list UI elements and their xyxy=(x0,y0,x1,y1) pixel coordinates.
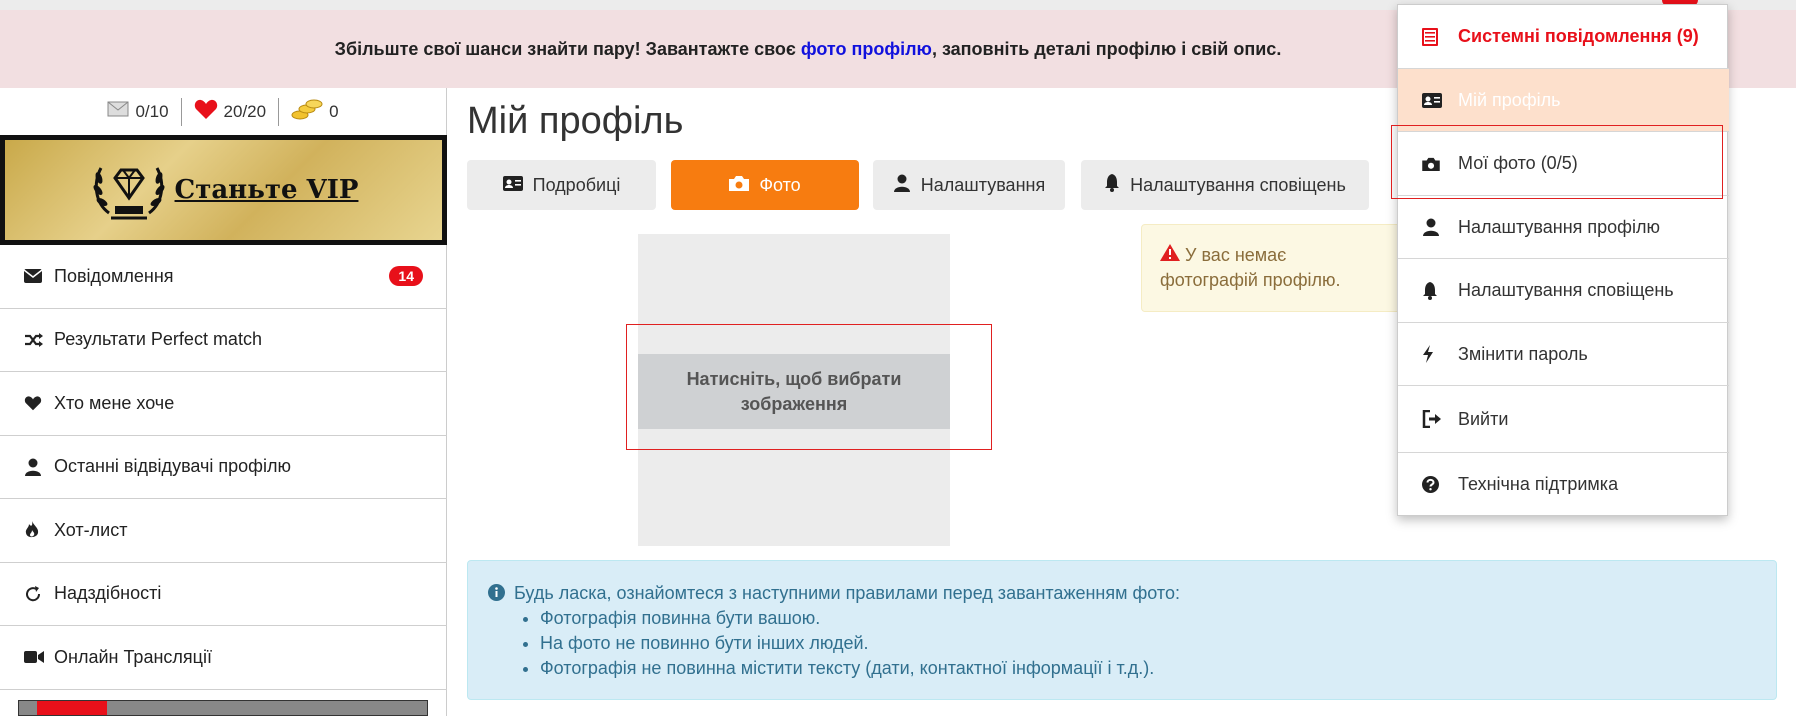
tab-label: Налаштування сповіщень xyxy=(1130,174,1346,195)
dropdown-item-support[interactable]: Технічна підтримка xyxy=(1398,453,1729,516)
messages-badge: 14 xyxy=(389,266,423,287)
highlight-box-my-photos xyxy=(1391,125,1723,199)
banner-text: Збільште свої шанси знайти пару! Заванта… xyxy=(335,39,1462,60)
dropdown-item-label: Мій профіль xyxy=(1458,89,1561,110)
rules-list: Фотографія повинна бути вашою. На фото н… xyxy=(540,606,1756,681)
info-heading: Будь ласка, ознайомтеся з наступними пра… xyxy=(514,583,1180,603)
tab-notification-settings[interactable]: Налаштування сповіщень xyxy=(1081,160,1369,210)
list-icon xyxy=(1422,27,1458,46)
camera-icon xyxy=(729,175,750,196)
question-icon xyxy=(1422,476,1458,493)
envelope-icon xyxy=(107,101,129,122)
sidebar: 0/10 20/20 0 Станьте VIP Повідомлення 14… xyxy=(0,88,447,716)
sidebar-item-label: Повідомлення xyxy=(54,265,174,286)
info-icon xyxy=(488,584,505,601)
user-icon xyxy=(24,458,54,476)
dropdown-item-profile-settings[interactable]: Налаштування профілю xyxy=(1398,196,1729,259)
tab-details[interactable]: Подробиці xyxy=(467,160,656,210)
envelope-icon xyxy=(24,269,54,284)
tab-label: Фото xyxy=(759,174,801,195)
sign-out-icon xyxy=(1422,410,1458,428)
coins-icon xyxy=(291,97,323,126)
dropdown-item-label: Вийти xyxy=(1458,408,1509,429)
become-vip-banner[interactable]: Станьте VIP xyxy=(0,135,447,245)
sidebar-item-superpowers[interactable]: Надздібності xyxy=(0,563,447,626)
banner-photo-link[interactable]: фото профілю xyxy=(801,39,932,59)
coins-stat[interactable]: 0 xyxy=(278,97,350,126)
sidebar-item-hot-list[interactable]: Хот-лист xyxy=(0,499,447,563)
likes-count: 20/20 xyxy=(223,101,267,121)
sidebar-ad-strip[interactable] xyxy=(18,700,428,716)
dropdown-item-label: Налаштування сповіщень xyxy=(1458,280,1674,300)
dropdown-item-change-password[interactable]: Змінити пароль xyxy=(1398,323,1729,386)
messages-count: 0/10 xyxy=(135,101,169,121)
dropdown-item-my-profile[interactable]: Мій профіль xyxy=(1398,69,1729,132)
banner-text-after: , заповніть деталі профілю і свій опис. xyxy=(931,38,1282,59)
dropdown-item-label: Системні повідомлення (9) xyxy=(1458,26,1699,46)
tab-label: Налаштування xyxy=(920,174,1046,195)
id-card-icon xyxy=(1422,92,1458,108)
sidebar-item-live-streams[interactable]: Онлайн Трансляції xyxy=(0,626,447,690)
sidebar-item-perfect-match[interactable]: Результати Perfect match xyxy=(0,309,447,372)
sidebar-item-recent-visitors[interactable]: Останні відвідувачі профілю xyxy=(0,436,447,499)
dropdown-item-logout[interactable]: Вийти xyxy=(1398,386,1729,453)
banner-text-before: Збільште свої шанси знайти пару! Заванта… xyxy=(334,38,801,59)
fire-icon xyxy=(24,521,54,539)
vip-label: Станьте VIP xyxy=(174,175,359,205)
dropdown-item-notification-settings[interactable]: Налаштування сповіщень xyxy=(1398,259,1729,323)
coins-count: 0 xyxy=(329,101,339,121)
sidebar-menu: Повідомлення 14 Результати Perfect match… xyxy=(0,245,447,690)
sidebar-item-label: Результати Perfect match xyxy=(54,329,262,350)
rule-item: Фотографія повинна бути вашою. xyxy=(540,606,1756,631)
page-title: Мій профіль xyxy=(467,100,684,142)
sidebar-item-messages[interactable]: Повідомлення 14 xyxy=(0,245,447,309)
rule-item: Фотографія не повинна містити тексту (да… xyxy=(540,656,1756,681)
diamond-laurel-icon xyxy=(89,148,169,233)
info-heading-row: Будь ласка, ознайомтеся з наступними пра… xyxy=(488,581,1756,606)
tab-label: Подробиці xyxy=(532,174,621,195)
photo-rules-info: Будь ласка, ознайомтеся з наступними пра… xyxy=(467,560,1777,700)
video-icon xyxy=(24,650,54,664)
sidebar-ad-strip-accent xyxy=(37,701,107,715)
sidebar-item-label: Онлайн Трансляції xyxy=(54,646,212,667)
likes-stat[interactable]: 20/20 xyxy=(180,97,279,126)
warning-text: У вас немає фотографій профілю. xyxy=(1160,245,1341,290)
dropdown-item-system-messages[interactable]: Системні повідомлення (9) xyxy=(1398,5,1729,69)
user-icon xyxy=(893,174,911,197)
user-dropdown-menu: Системні повідомлення (9) Мій профіль Мо… xyxy=(1397,4,1729,516)
dropdown-item-label: Налаштування профілю xyxy=(1458,216,1660,237)
warning-icon xyxy=(1160,244,1185,265)
sidebar-item-label: Надздібності xyxy=(54,583,162,604)
dropdown-item-label: Змінити пароль xyxy=(1458,343,1588,364)
tab-settings[interactable]: Налаштування xyxy=(873,160,1065,210)
sidebar-item-who-wants-me[interactable]: Хто мене хоче xyxy=(0,372,447,436)
dropdown-item-label: Технічна підтримка xyxy=(1458,474,1619,494)
heart-icon xyxy=(24,395,54,411)
bell-icon xyxy=(1422,281,1458,300)
refresh-icon xyxy=(24,585,54,603)
id-card-icon xyxy=(502,175,523,196)
bell-icon xyxy=(1104,173,1120,197)
sidebar-item-label: Хот-лист xyxy=(54,519,128,540)
bolt-icon xyxy=(1422,345,1458,363)
sidebar-item-label: Хто мене хоче xyxy=(54,392,175,413)
heart-icon xyxy=(194,98,218,125)
messages-stat[interactable]: 0/10 xyxy=(95,98,180,126)
user-icon xyxy=(1422,218,1458,236)
tab-photo[interactable]: Фото xyxy=(671,160,859,210)
no-photos-warning: У вас немає фотографій профілю. xyxy=(1141,224,1401,312)
highlight-box-photo xyxy=(626,324,992,450)
sidebar-item-label: Останні відвідувачі профілю xyxy=(54,456,291,477)
rule-item: На фото не повинно бути інших людей. xyxy=(540,631,1756,656)
user-stats: 0/10 20/20 0 xyxy=(0,88,446,135)
shuffle-icon xyxy=(24,332,54,348)
